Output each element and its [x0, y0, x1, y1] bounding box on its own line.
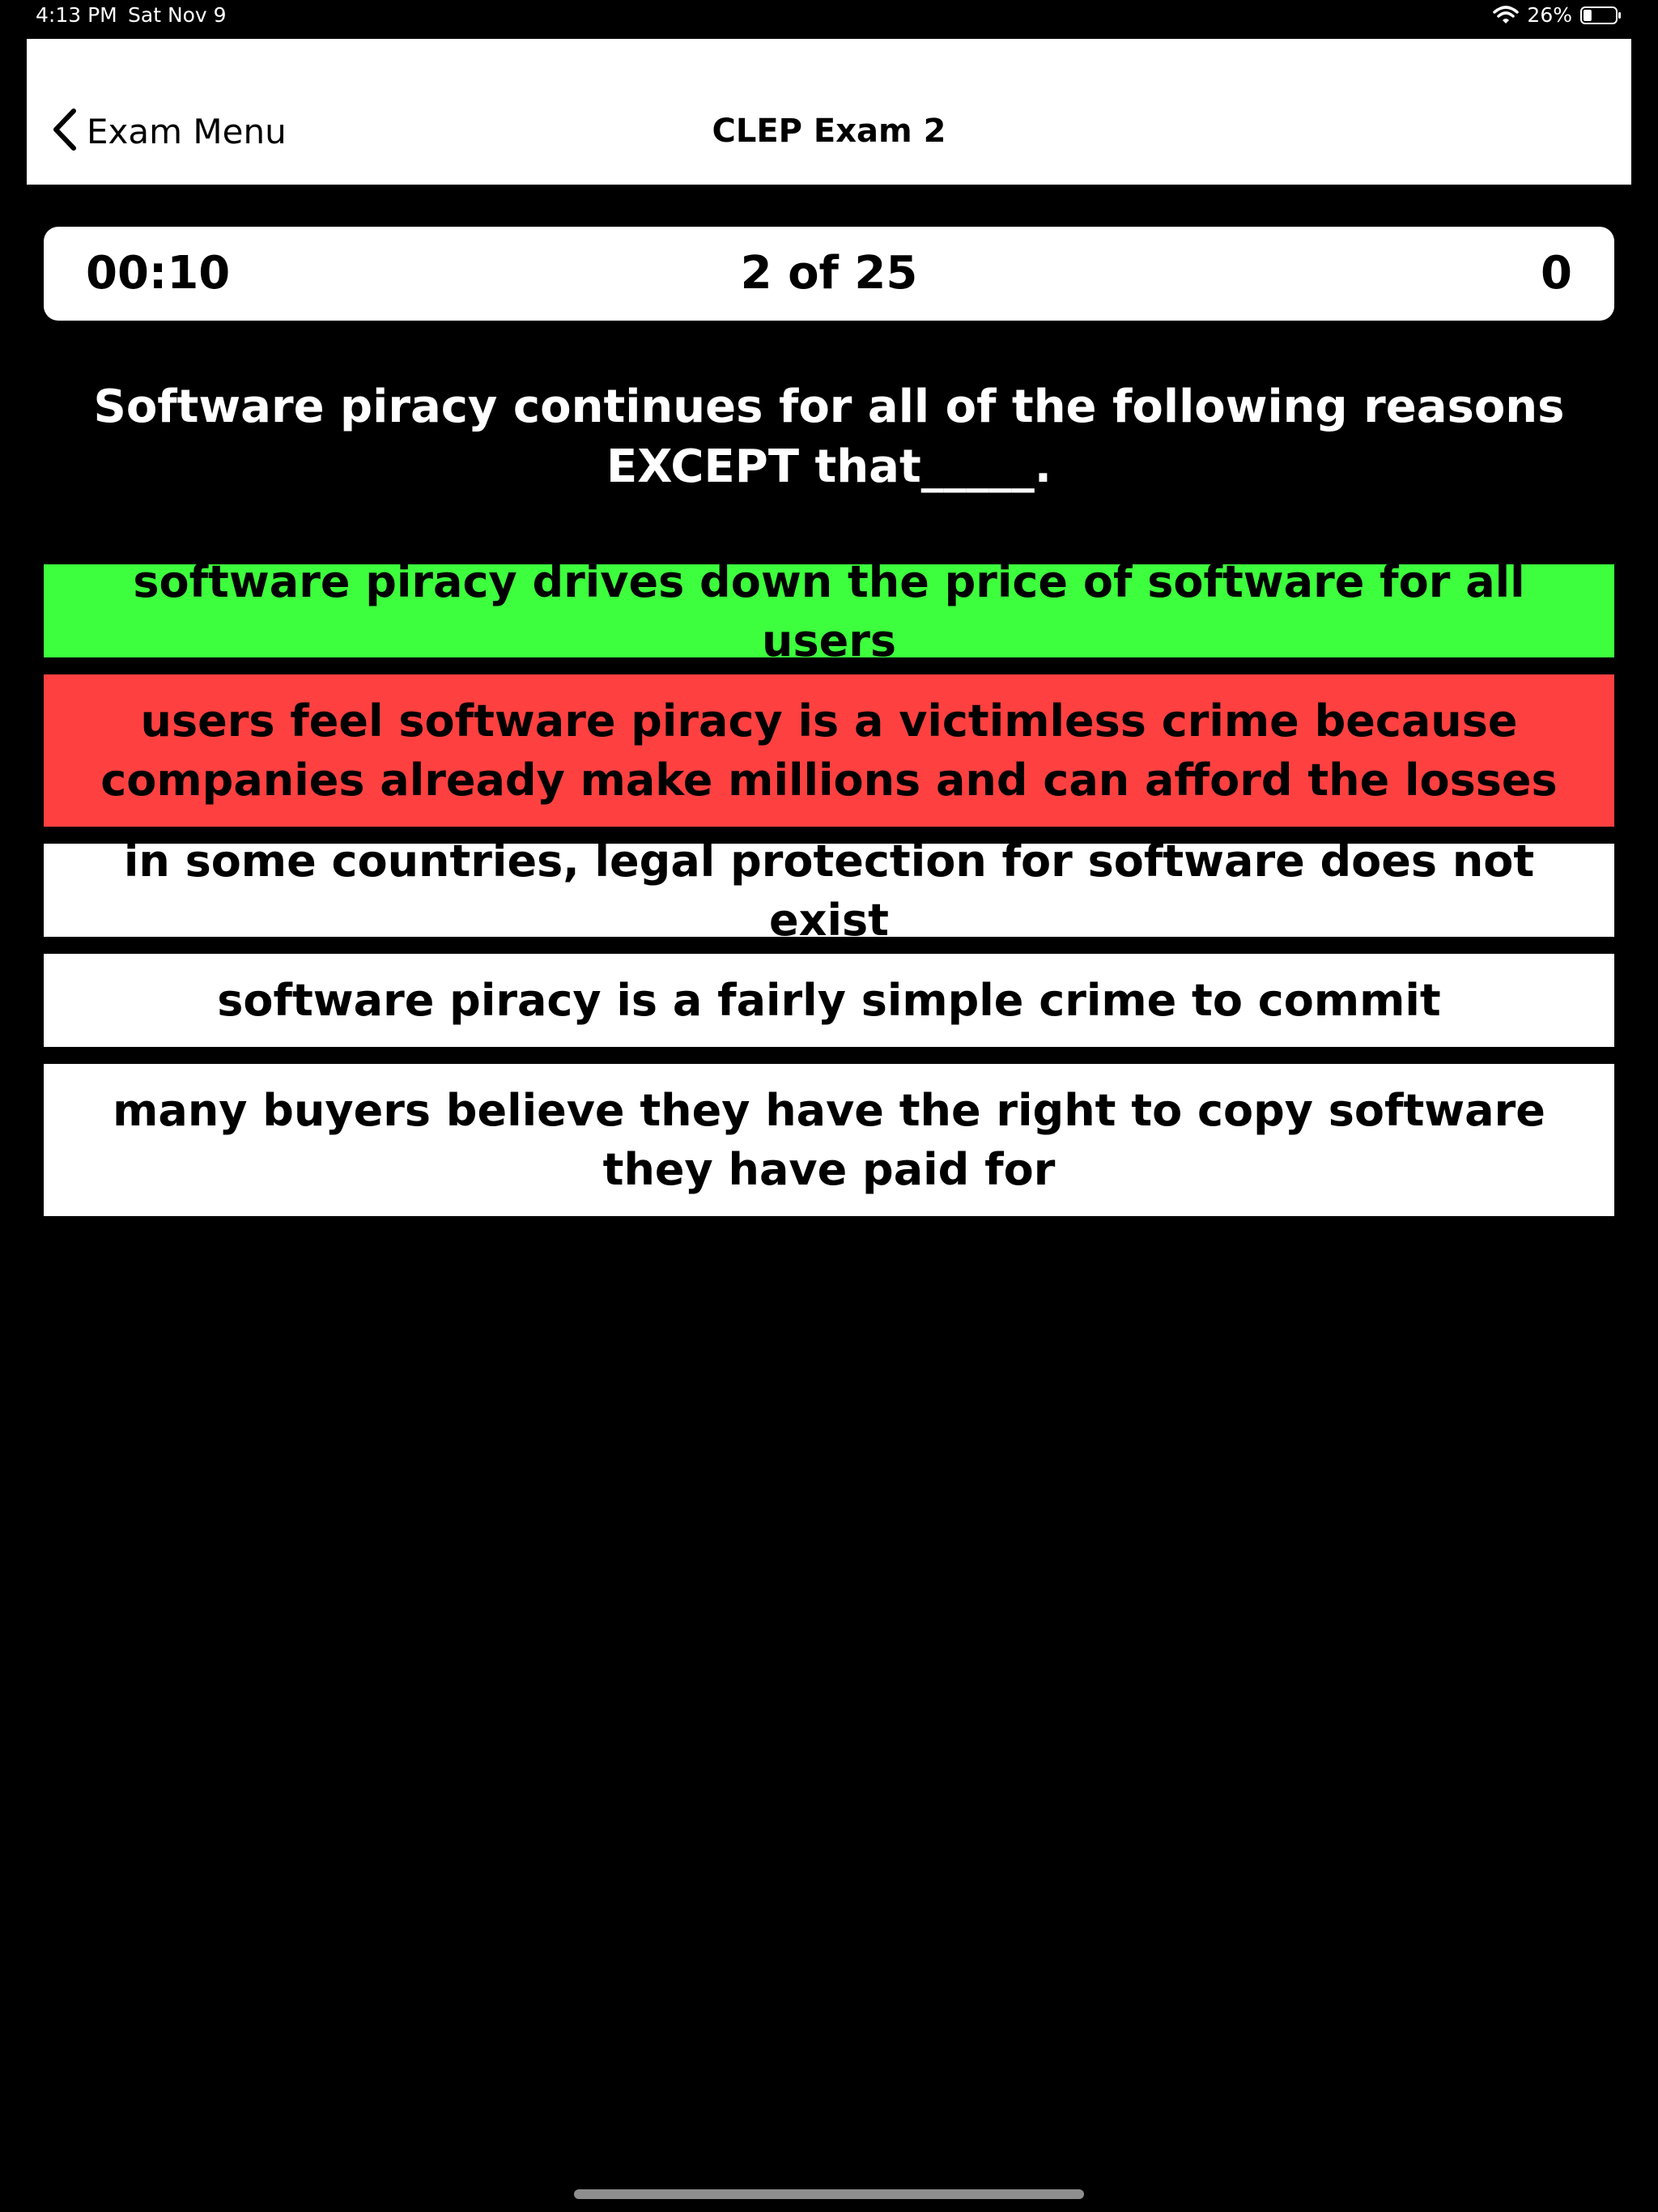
chevron-left-icon — [51, 108, 79, 155]
answer-text: software piracy is a fairly simple crime… — [217, 975, 1441, 1026]
answer-text: many buyers believe they have the right … — [113, 1085, 1545, 1195]
battery-icon — [1580, 6, 1622, 25]
status-date: Sat Nov 9 — [128, 3, 227, 27]
answer-option-5[interactable]: many buyers believe they have the right … — [44, 1064, 1614, 1216]
status-time: 4:13 PM — [36, 3, 117, 27]
question-text: Software piracy continues for all of the… — [93, 381, 1565, 493]
back-button-label: Exam Menu — [87, 111, 287, 151]
app-screen: 4:13 PM Sat Nov 9 26% CLEP Exam 2 Exam M… — [0, 0, 1658, 2212]
navigation-bar: CLEP Exam 2 Exam Menu — [27, 39, 1631, 185]
answer-option-1[interactable]: software piracy drives down the price of… — [44, 556, 1614, 666]
back-button[interactable]: Exam Menu — [51, 107, 287, 155]
home-indicator[interactable] — [574, 2189, 1084, 2199]
wifi-icon — [1493, 5, 1520, 25]
answer-list: software piracy drives down the price of… — [44, 556, 1614, 1233]
question-progress: 2 of 25 — [740, 247, 918, 300]
battery-percent: 26% — [1527, 3, 1572, 27]
status-right: 26% — [1493, 3, 1622, 27]
answer-text: in some countries, legal protection for … — [123, 835, 1535, 946]
answer-text: users feel software piracy is a victimle… — [100, 696, 1558, 806]
score: 0 — [1541, 247, 1572, 300]
answer-option-4[interactable]: software piracy is a fairly simple crime… — [44, 954, 1614, 1047]
answer-text: software piracy drives down the price of… — [133, 555, 1525, 666]
answer-option-2[interactable]: users feel software piracy is a victimle… — [44, 674, 1614, 827]
answer-option-3[interactable]: in some countries, legal protection for … — [44, 836, 1614, 946]
status-bar: 4:13 PM Sat Nov 9 26% — [0, 0, 1658, 36]
exam-info-bar: 00:10 2 of 25 0 — [44, 227, 1614, 321]
